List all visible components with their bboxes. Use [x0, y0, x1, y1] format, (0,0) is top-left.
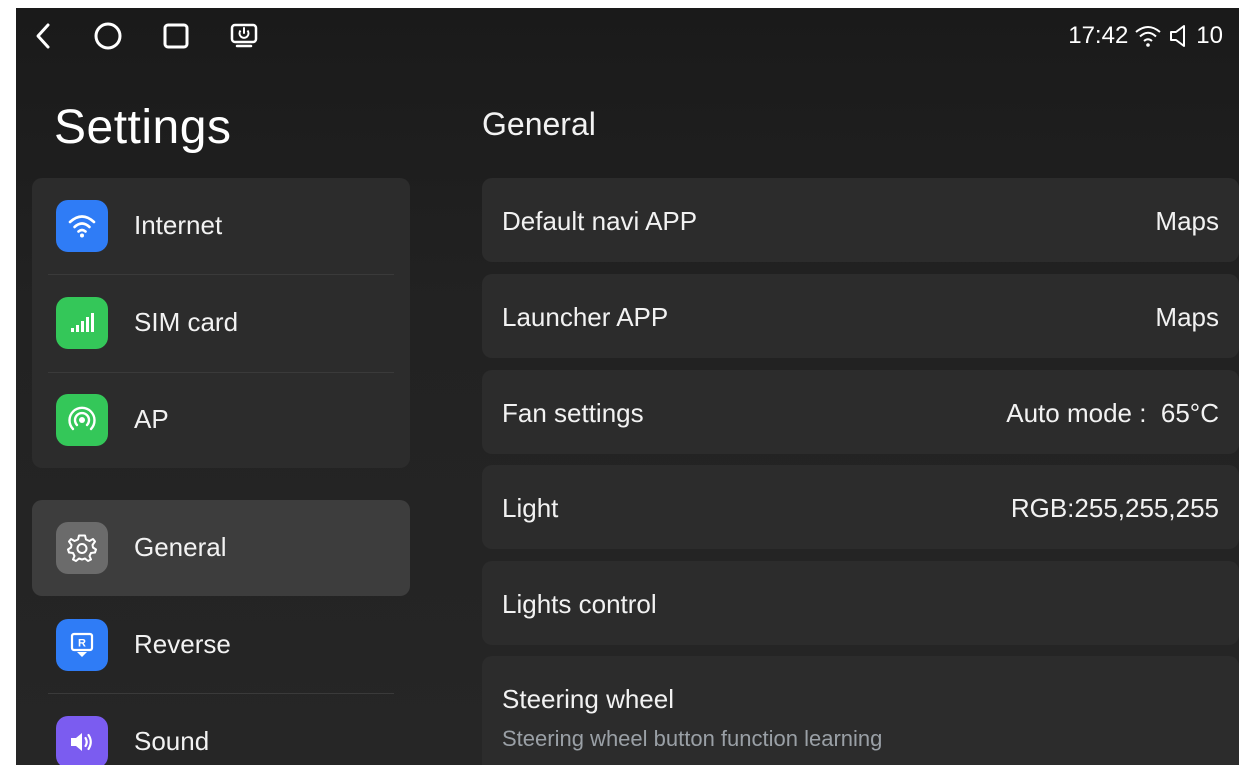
- back-icon: [36, 23, 50, 49]
- sidebar-item-sim-card[interactable]: SIM card: [32, 275, 410, 371]
- wifi-icon: [1135, 26, 1161, 47]
- home-button[interactable]: [90, 18, 126, 54]
- speaker-icon: [56, 716, 108, 765]
- row-label: Launcher APP: [502, 302, 669, 332]
- row-value: RGB:255,255,255: [1010, 493, 1219, 523]
- row-steering-wheel[interactable]: Steering wheel Steering wheel button fun…: [482, 656, 1239, 765]
- home-icon: [94, 22, 122, 50]
- sidebar-item-label: Reverse: [134, 629, 231, 659]
- row-value: Auto mode : 65°C: [1006, 398, 1219, 428]
- svg-text:R: R: [78, 638, 86, 650]
- screen-off-button[interactable]: [226, 18, 262, 54]
- recents-button[interactable]: [158, 18, 194, 54]
- sidebar-group-connectivity: Internet SIM card AP: [32, 178, 410, 468]
- section-title: General: [482, 106, 596, 142]
- row-launcher-app[interactable]: Launcher APP Maps: [482, 274, 1239, 358]
- row-sublabel: Steering wheel button function learning: [502, 726, 883, 751]
- recents-icon: [163, 23, 189, 49]
- wifi-icon: [56, 200, 108, 252]
- sidebar-item-label: AP: [134, 404, 169, 434]
- back-button[interactable]: [26, 18, 62, 54]
- screen: 17:42 10 Settings Internet SIM card AP G…: [16, 8, 1239, 765]
- row-default-navi-app[interactable]: Default navi APP Maps: [482, 178, 1239, 262]
- page-title: Settings: [54, 101, 232, 154]
- row-value: Maps: [1155, 302, 1219, 332]
- status-bar: 17:42 10: [16, 8, 1239, 64]
- sidebar-item-label: SIM card: [134, 307, 239, 337]
- reverse-camera-icon: R: [56, 619, 108, 671]
- sidebar-item-internet[interactable]: Internet: [32, 178, 410, 274]
- sidebar-item-reverse[interactable]: R Reverse: [32, 597, 410, 693]
- row-label: Lights control: [502, 589, 657, 619]
- row-label: Fan settings: [502, 398, 644, 428]
- row-value: Maps: [1155, 206, 1219, 236]
- row-label: Steering wheel: [502, 684, 674, 714]
- clock: 17:42: [1068, 22, 1129, 49]
- sidebar-group-system: General R Reverse Sound: [32, 500, 410, 765]
- row-label: Light: [502, 493, 559, 523]
- sidebar-item-ap[interactable]: AP: [32, 372, 410, 468]
- row-fan-settings[interactable]: Fan settings Auto mode : 65°C: [482, 370, 1239, 454]
- gear-icon: [56, 522, 108, 574]
- sidebar-item-general[interactable]: General: [32, 500, 410, 596]
- row-label: Default navi APP: [502, 206, 698, 236]
- row-lights-control[interactable]: Lights control: [482, 561, 1239, 645]
- sidebar-item-label: General: [134, 532, 227, 562]
- row-light[interactable]: Light RGB:255,255,255: [482, 465, 1239, 549]
- volume-level: 10: [1196, 22, 1223, 49]
- sidebar-item-sound[interactable]: Sound: [32, 694, 410, 765]
- volume-icon: [1170, 25, 1186, 47]
- status-indicators: 17:42 10: [1068, 20, 1223, 52]
- screen-power-icon: [230, 23, 258, 48]
- sidebar-item-label: Internet: [134, 210, 223, 240]
- signal-icon: [56, 297, 108, 349]
- sidebar-item-label: Sound: [134, 726, 210, 756]
- hotspot-icon: [56, 394, 108, 446]
